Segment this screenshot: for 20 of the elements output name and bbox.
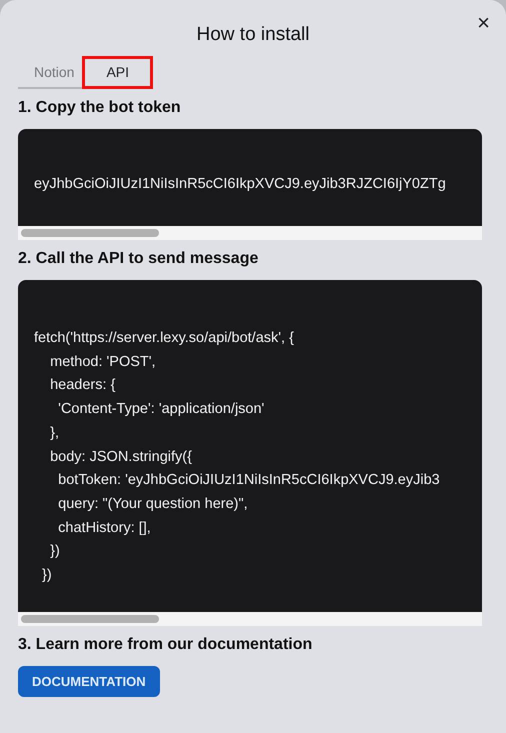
step-heading: 1. Copy the bot token [18, 99, 182, 117]
code-line: body: JSON.stringify({ [49, 448, 192, 467]
code-line: }) [49, 542, 60, 562]
documentation-button[interactable]: DOCUMENTATION [18, 666, 160, 697]
code-line: method: 'POST', [49, 352, 156, 372]
code-line: eyJhbGciOiJIUzI1NiIsInR5cCI6IkpXVCJ9.eyJib3RJZCI6IjY0ZTg [34, 176, 446, 192]
dialog-title: How to install [196, 24, 310, 46]
step-heading: 2. Call the API to send message [18, 250, 260, 268]
code-line: query: "(Your question here)", [57, 494, 248, 514]
code-line: fetch('https://server.lexy.so/api/bot/ask', { [34, 329, 294, 348]
code-line: headers: { [49, 376, 116, 396]
code-line: }, [49, 424, 59, 443]
code-line: 'Content-Type': 'application/json' [57, 400, 264, 420]
step-heading: 3. Learn more from our documentation [18, 636, 314, 654]
code-line: chatHistory: [], [57, 518, 151, 538]
scrollbar[interactable] [18, 612, 482, 626]
code-line: }) [41, 566, 52, 586]
scrollbar[interactable] [18, 226, 482, 240]
code-line: botToken: 'eyJhbGciOiJIUzI1NiIsInR5cCI6IkpXVCJ9.eyJib3 [57, 471, 440, 490]
tab[interactable]: API [82, 56, 154, 89]
